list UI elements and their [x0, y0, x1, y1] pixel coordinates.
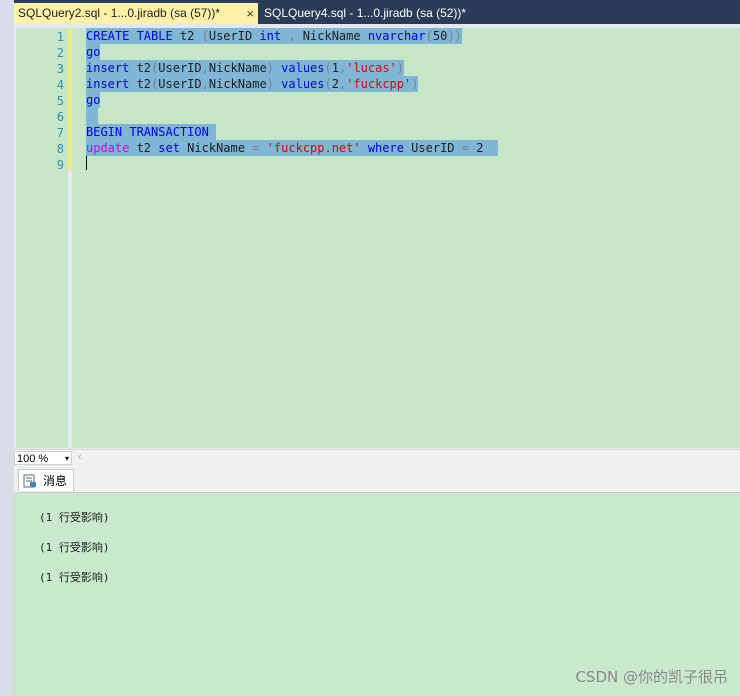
line-number: 6: [56, 110, 64, 124]
line-number: 4: [56, 78, 64, 92]
line-number: 3: [56, 62, 64, 76]
code-line-5[interactable]: go: [86, 92, 101, 108]
watermark: CSDN @你的凯子很吊: [575, 668, 728, 686]
results-tab-bar: 消息: [14, 467, 740, 492]
zoom-dropdown[interactable]: 100 % ▾: [14, 451, 72, 465]
line-number: 8: [56, 142, 64, 156]
tab-label: SQLQuery4.sql - 1...0.jiradb (sa (52))*: [264, 6, 467, 20]
chevron-down-icon: ▾: [64, 454, 69, 463]
line-number: 1: [56, 30, 64, 44]
editor-status-bar: 100 % ▾ ‹: [14, 449, 740, 467]
tab-messages[interactable]: 消息: [18, 469, 74, 491]
code-line-8[interactable]: update t2 set NickName = 'fuckcpp.net' w…: [86, 140, 498, 156]
line-number: 9: [56, 158, 64, 172]
code-line-2[interactable]: go: [86, 44, 101, 60]
code-line-7[interactable]: BEGIN TRANSACTION: [86, 124, 217, 140]
line-number: 2: [56, 46, 64, 60]
text-caret: [86, 156, 87, 170]
message-line: (1 行受影响): [39, 511, 110, 524]
zoom-value: 100 %: [17, 453, 49, 465]
tab-messages-label: 消息: [43, 474, 68, 488]
tab-sqlquery4[interactable]: SQLQuery4.sql - 1...0.jiradb (sa (52))*: [260, 3, 490, 24]
message-line: (1 行受影响): [39, 571, 110, 584]
code-line-1[interactable]: CREATE TABLE t2 (UserID int , NickName n…: [86, 28, 462, 44]
tab-sqlquery2[interactable]: SQLQuery2.sql - 1...0.jiradb (sa (57))* …: [14, 3, 258, 24]
line-number: 5: [56, 94, 64, 108]
close-icon[interactable]: ×: [246, 3, 254, 24]
message-line: (1 行受影响): [39, 541, 110, 554]
tab-label: SQLQuery2.sql - 1...0.jiradb (sa (57))*: [18, 6, 221, 20]
line-number: 7: [56, 126, 64, 140]
messages-icon: [23, 474, 36, 488]
document-tab-bar: SQLQuery2.sql - 1...0.jiradb (sa (57))* …: [14, 0, 740, 24]
left-panel-edge: [0, 0, 14, 695]
code-line-3[interactable]: insert t2(UserID,NickName) values(1,'luc…: [86, 60, 405, 76]
code-line-4[interactable]: insert t2(UserID,NickName) values(2,'fuc…: [86, 76, 419, 92]
scroll-left-icon[interactable]: ‹: [78, 451, 82, 463]
code-line-6[interactable]: [86, 108, 98, 124]
